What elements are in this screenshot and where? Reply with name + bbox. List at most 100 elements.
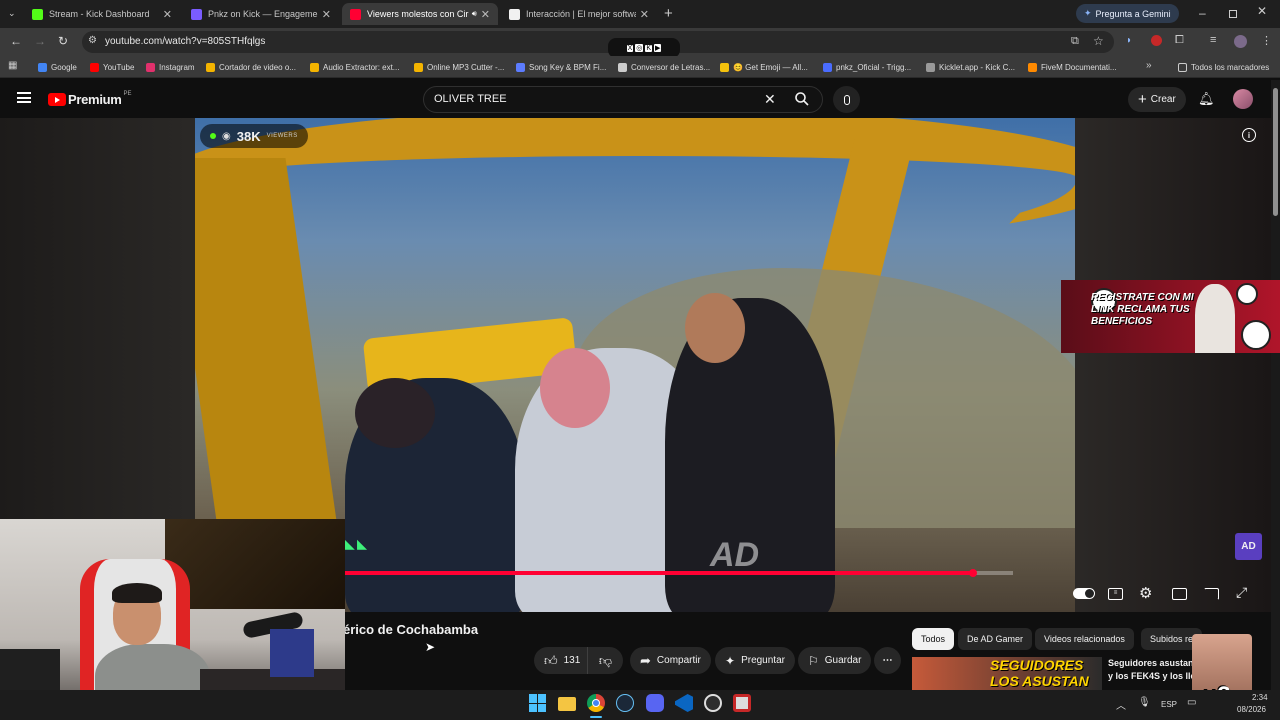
minimize-window-icon[interactable]: – bbox=[1199, 6, 1206, 20]
cast-icon[interactable] bbox=[1204, 588, 1219, 600]
tab-search-chevron-icon[interactable]: ⌄ bbox=[8, 8, 16, 19]
account-avatar[interactable] bbox=[1233, 89, 1253, 109]
promo-overlay: REGISTRATE CON MI LINK RECLAMA TUS BENEF… bbox=[1061, 280, 1280, 353]
bookmark-item[interactable]: Cortador de video o... bbox=[206, 60, 296, 74]
bookmark-label: 😊 Get Emoji — All... bbox=[733, 62, 808, 72]
progress-scrubber-handle[interactable] bbox=[968, 569, 977, 577]
bookmark-star-icon[interactable]: ☆ bbox=[1093, 34, 1104, 48]
more-bookmarks-chevron-icon[interactable]: » bbox=[1146, 60, 1152, 71]
tab-title: Viewers molestos con Cirilo bbox=[367, 9, 469, 19]
filter-chip[interactable]: Todos bbox=[912, 628, 955, 650]
gemini-button[interactable]: ✦ Pregunta a Gemini bbox=[1076, 4, 1179, 23]
subtitles-icon[interactable]: ≡ bbox=[1108, 588, 1123, 600]
clear-search-icon[interactable]: ✕ bbox=[764, 91, 776, 108]
scrollbar-thumb[interactable] bbox=[1273, 88, 1278, 216]
fullscreen-icon[interactable]: ⤢ bbox=[1236, 584, 1247, 601]
apps-grid-icon[interactable]: ▦ bbox=[8, 60, 17, 71]
recommended-thumbnail[interactable]: SEGUIDORES LOS ASUSTAN bbox=[912, 657, 1102, 690]
extension-icon-1[interactable]: ◗ bbox=[1126, 35, 1132, 46]
bookmark-item[interactable]: FiveM Documentati... bbox=[1028, 60, 1117, 74]
recommended-thumbnail-text: SEGUIDORES LOS ASUSTAN bbox=[990, 657, 1089, 689]
filter-chip[interactable]: Videos relacionados bbox=[1035, 628, 1134, 650]
obs-icon[interactable] bbox=[704, 694, 722, 712]
bookmark-item[interactable]: Conversor de Letras... bbox=[618, 60, 710, 74]
ask-button[interactable]: ✦ Preguntar bbox=[715, 647, 795, 674]
progress-bar[interactable] bbox=[345, 571, 1013, 575]
like-button[interactable]: 👍︎ 131 bbox=[534, 647, 593, 674]
live-dot-icon bbox=[210, 133, 216, 139]
chrome-icon[interactable] bbox=[587, 694, 605, 712]
restore-window-icon[interactable] bbox=[1229, 10, 1237, 18]
search-input[interactable]: OLIVER TREE bbox=[434, 93, 507, 105]
site-info-icon[interactable]: ⚙ bbox=[88, 35, 97, 46]
share-button[interactable]: ➦ Compartir bbox=[630, 647, 711, 674]
tray-mic-icon[interactable]: 🎙︎ bbox=[1138, 697, 1151, 708]
clock-time[interactable]: 2:34 bbox=[1252, 693, 1268, 702]
channel-watermark[interactable]: AD bbox=[1235, 533, 1262, 560]
bookmark-favicon-icon bbox=[414, 62, 423, 72]
media-control-icon[interactable]: ≡ bbox=[1210, 34, 1216, 46]
windows-start-icon[interactable] bbox=[529, 694, 547, 712]
bookmark-item[interactable]: Audio Extractor: ext... bbox=[310, 60, 399, 74]
save-button[interactable]: ⚐ Guardar bbox=[798, 647, 872, 674]
more-actions-button[interactable]: ⋯ bbox=[874, 647, 901, 674]
profile-avatar[interactable] bbox=[1234, 35, 1247, 48]
reload-icon[interactable]: ↻ bbox=[58, 34, 68, 48]
browser-tab[interactable]: Pnkz on Kick — Engagement A ✕ bbox=[183, 3, 339, 25]
autoplay-toggle[interactable] bbox=[1073, 588, 1095, 599]
extension-icon-2[interactable] bbox=[1151, 35, 1162, 46]
bookmark-favicon-icon bbox=[38, 62, 47, 72]
browser-tab[interactable]: Interacción | El mejor software ✕ bbox=[501, 3, 657, 25]
discord-icon[interactable] bbox=[646, 694, 664, 712]
notifications-bell-icon[interactable]: 🔔︎ bbox=[1198, 91, 1215, 107]
tab-favicon-icon bbox=[32, 8, 43, 20]
create-button[interactable]: + Crear bbox=[1128, 87, 1186, 112]
app-icon[interactable] bbox=[733, 694, 751, 712]
bookmark-item[interactable]: Instagram bbox=[146, 60, 195, 74]
scrollbar-track[interactable] bbox=[1271, 80, 1280, 690]
browser-tab[interactable]: Stream - Kick Dashboard ✕ bbox=[24, 3, 180, 25]
bookmark-item[interactable]: Kicklet.app - Kick C... bbox=[926, 60, 1015, 74]
tab-close-icon[interactable]: ✕ bbox=[640, 8, 649, 21]
tab-close-icon[interactable]: ✕ bbox=[163, 8, 172, 21]
steam-icon[interactable] bbox=[616, 694, 634, 712]
save-label: Guardar bbox=[824, 655, 862, 666]
install-app-icon[interactable]: ⧉ bbox=[1071, 35, 1079, 48]
bookmark-item[interactable]: Google bbox=[38, 60, 77, 74]
forward-arrow-icon[interactable]: → bbox=[34, 34, 46, 48]
file-explorer-icon[interactable] bbox=[558, 697, 576, 711]
settings-gear-icon[interactable]: ⚙ bbox=[1139, 584, 1152, 602]
new-tab-plus-icon[interactable]: + bbox=[664, 5, 673, 22]
recommended-title[interactable]: Seguidores asustan y los FEK4S y los lle bbox=[1108, 657, 1200, 683]
tab-close-icon[interactable]: ✕ bbox=[481, 8, 490, 21]
bookmark-item[interactable]: Online MP3 Cutter -... bbox=[414, 60, 504, 74]
tab-audio-icon[interactable]: 🔊︎ bbox=[472, 9, 477, 19]
back-arrow-icon[interactable]: ← bbox=[10, 34, 22, 48]
miniplayer-icon[interactable] bbox=[1172, 588, 1187, 600]
tray-network-icon[interactable]: ▭ bbox=[1187, 697, 1196, 708]
tray-chevron-icon[interactable]: ︿ bbox=[1116, 697, 1126, 712]
video-info-icon[interactable]: i bbox=[1242, 128, 1256, 142]
bookmark-item[interactable]: 😊 Get Emoji — All... bbox=[720, 60, 808, 74]
bookmark-item[interactable]: YouTube bbox=[90, 60, 134, 74]
thumbs-up-icon: 👍︎ bbox=[544, 652, 558, 668]
input-language[interactable]: ESP bbox=[1161, 700, 1177, 709]
voice-search-button[interactable] bbox=[833, 86, 860, 113]
youtube-logo[interactable]: Premium PE bbox=[48, 91, 132, 107]
search-icon[interactable] bbox=[795, 92, 809, 106]
bookmark-item[interactable]: pnkz_Oficial - Trigg... bbox=[823, 60, 911, 74]
tab-close-icon[interactable]: ✕ bbox=[322, 8, 331, 21]
bookmark-label: Audio Extractor: ext... bbox=[323, 62, 400, 72]
extensions-puzzle-icon[interactable]: ⧠ bbox=[1175, 34, 1184, 47]
filter-chip[interactable]: De AD Gamer bbox=[958, 628, 1033, 650]
dislike-button[interactable]: 👎︎ bbox=[587, 647, 623, 674]
bookmark-item[interactable]: Song Key & BPM Fi... bbox=[516, 60, 606, 74]
hamburger-menu-icon[interactable] bbox=[17, 92, 31, 103]
close-window-icon[interactable]: ✕ bbox=[1257, 4, 1267, 18]
url-text[interactable]: youtube.com/watch?v=805STHfqlgs bbox=[105, 36, 265, 47]
chrome-menu-icon[interactable]: ⋮ bbox=[1261, 34, 1272, 47]
x-icon: X bbox=[626, 44, 634, 52]
browser-tab[interactable]: Viewers molestos con Cirilo 🔊︎ ✕ bbox=[342, 3, 498, 25]
clock-date[interactable]: 08/2026 bbox=[1237, 705, 1266, 714]
all-bookmarks-folder[interactable]: Todos los marcadores bbox=[1178, 60, 1269, 74]
